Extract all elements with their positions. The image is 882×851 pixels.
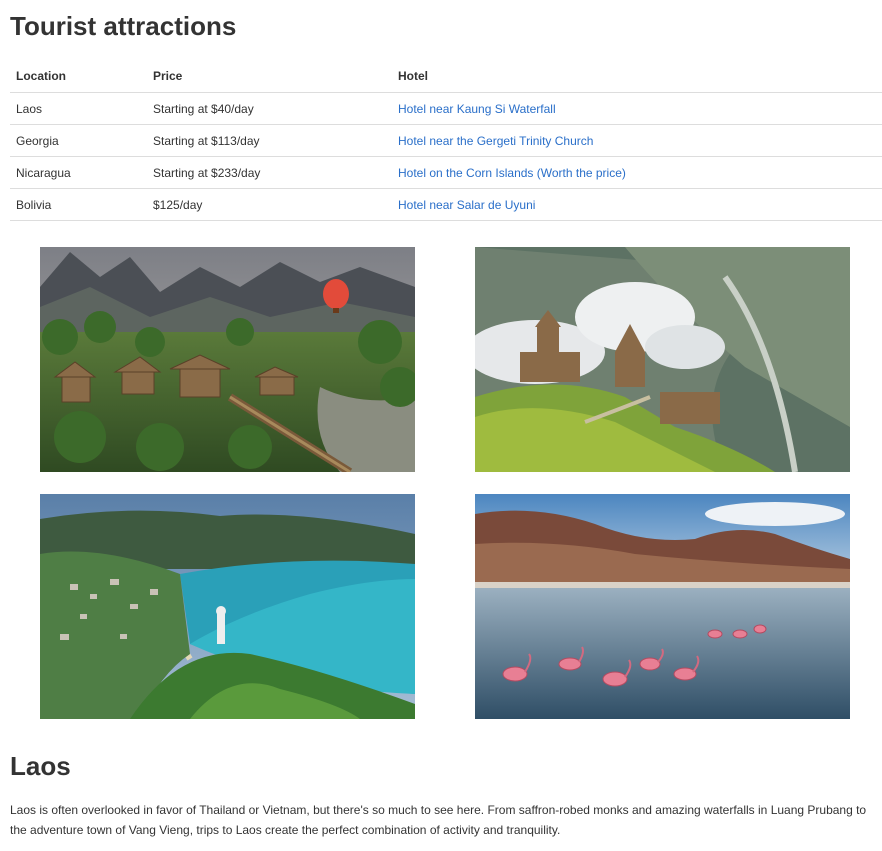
georgia-photo [475, 247, 850, 472]
hotel-cell: Hotel near Kaung Si Waterfall [392, 92, 882, 125]
page-title: Tourist attractions [10, 11, 237, 41]
table-header-row: Location Price Hotel [10, 60, 882, 93]
price-cell: $125/day [147, 188, 392, 221]
hotel-link[interactable]: Hotel near Kaung Si Waterfall [398, 102, 556, 116]
table-row: Bolivia $125/day Hotel near Salar de Uyu… [10, 188, 882, 221]
location-cell: Laos [10, 92, 147, 125]
table-row: Laos Starting at $40/day Hotel near Kaun… [10, 92, 882, 125]
column-header-location: Location [10, 60, 147, 93]
column-header-price: Price [147, 60, 392, 93]
table-row: Nicaragua Starting at $233/day Hotel on … [10, 156, 882, 189]
bolivia-photo [475, 494, 850, 719]
nicaragua-bay-image [40, 494, 415, 719]
location-cell: Nicaragua [10, 156, 147, 189]
price-cell: Starting at $113/day [147, 124, 392, 157]
hotel-cell: Hotel near Salar de Uyuni [392, 188, 882, 221]
bolivia-flamingos-image [475, 494, 850, 719]
laos-landscape-image [40, 247, 415, 472]
attractions-table: Location Price Hotel Laos Starting at $4… [10, 60, 882, 221]
georgia-church-image [475, 247, 850, 472]
section-body-text: Laos is often overlooked in favor of Tha… [10, 803, 867, 837]
location-cell: Bolivia [10, 188, 147, 221]
table-row: Georgia Starting at $113/day Hotel near … [10, 124, 882, 157]
price-cell: Starting at $233/day [147, 156, 392, 189]
column-header-hotel: Hotel [392, 60, 882, 93]
hotel-link[interactable]: Hotel near Salar de Uyuni [398, 198, 535, 212]
price-cell: Starting at $40/day [147, 92, 392, 125]
hotel-link[interactable]: Hotel near the Gergeti Trinity Church [398, 134, 593, 148]
hotel-link[interactable]: Hotel on the Corn Islands (Worth the pri… [398, 166, 626, 180]
hotel-cell: Hotel on the Corn Islands (Worth the pri… [392, 156, 882, 189]
laos-photo [40, 247, 415, 472]
hotel-cell: Hotel near the Gergeti Trinity Church [392, 124, 882, 157]
location-cell: Georgia [10, 124, 147, 157]
nicaragua-photo [40, 494, 415, 719]
section-heading: Laos [10, 751, 71, 781]
